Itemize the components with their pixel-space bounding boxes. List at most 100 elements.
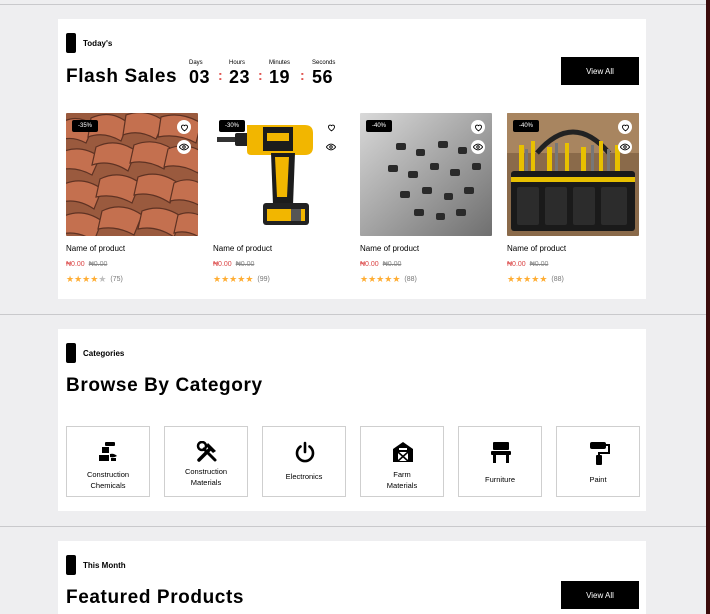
countdown-separator: : <box>218 67 223 83</box>
countdown-minutes: Minutes 19 <box>269 60 291 87</box>
section-label: This Month <box>83 561 126 570</box>
section-label: Today's <box>83 39 113 48</box>
star-filled-icon: ★ <box>523 274 532 284</box>
star-filled-icon: ★ <box>221 274 230 284</box>
star-filled-icon: ★ <box>515 274 524 284</box>
product-price: ₦0.00 ₦0.00 <box>66 261 107 268</box>
chair-icon <box>491 442 511 463</box>
product-card[interactable]: -35% Name of product ₦0.00 ₦0.00 ★ ★ ★ ★ ★ (75… <box>66 113 198 284</box>
star-filled-icon: ★ <box>368 274 377 284</box>
product-name[interactable]: Name of product <box>507 244 566 253</box>
divider <box>0 314 706 315</box>
eye-icon[interactable] <box>177 140 191 154</box>
section-title: Featured Products <box>66 587 245 608</box>
star-filled-icon: ★ <box>392 274 401 284</box>
category-farm-materials[interactable]: Farm Materials <box>360 426 444 497</box>
eye-icon[interactable] <box>324 140 338 154</box>
star-filled-icon: ★ <box>360 274 369 284</box>
divider <box>0 4 706 5</box>
discount-badge: -35% <box>72 120 99 132</box>
rating: ★ ★ ★ ★ ★ (88) <box>507 275 564 284</box>
review-count: (99) <box>257 276 270 283</box>
star-filled-icon: ★ <box>539 274 548 284</box>
category-paint[interactable]: Paint <box>556 426 640 497</box>
category-construction-chemicals[interactable]: Construction Chemicals <box>66 426 150 497</box>
current-price: ₦0.00 <box>507 261 526 268</box>
category-furniture[interactable]: Furniture <box>458 426 542 497</box>
category-label: Chemicals <box>90 481 126 490</box>
product-name[interactable]: Name of product <box>213 244 272 253</box>
tools-icon <box>196 441 217 462</box>
eye-icon[interactable] <box>618 140 632 154</box>
star-filled-icon: ★ <box>74 274 83 284</box>
current-price: ₦0.00 <box>360 261 379 268</box>
star-filled-icon: ★ <box>507 274 516 284</box>
discount-badge: -40% <box>366 120 393 132</box>
product-card[interactable]: -40% Name of product ₦0.00 ₦0.00 ★ ★ ★ ★ ★ (88… <box>360 113 492 284</box>
countdown-days: Days 03 <box>189 60 211 87</box>
star-filled-icon: ★ <box>531 274 540 284</box>
category-label: Electronics <box>285 472 323 481</box>
rating: ★ ★ ★ ★ ★ (88) <box>360 275 417 284</box>
star-filled-icon: ★ <box>213 274 222 284</box>
product-price: ₦0.00 ₦0.00 <box>360 261 401 268</box>
star-filled-icon: ★ <box>245 274 254 284</box>
category-construction-materials[interactable]: Construction Materials <box>164 426 248 497</box>
section-title: Browse By Category <box>66 375 263 396</box>
barn-icon <box>393 442 413 462</box>
paint-roller-icon <box>590 442 610 465</box>
heart-icon[interactable] <box>177 120 191 134</box>
old-price: ₦0.00 <box>235 261 255 268</box>
view-all-button[interactable]: View All <box>561 57 639 85</box>
heart-icon[interactable] <box>471 120 485 134</box>
section-marker <box>66 555 76 575</box>
category-electronics[interactable]: Electronics <box>262 426 346 497</box>
countdown-separator: : <box>258 67 263 83</box>
flash-sales-section: Today's Flash Sales Days 03 : Hours 23 :… <box>58 19 646 299</box>
old-price: ₦0.00 <box>88 261 108 268</box>
featured-products-section: This Month Featured Products View All <box>58 541 646 614</box>
category-label: Furniture <box>484 475 515 484</box>
star-filled-icon: ★ <box>384 274 393 284</box>
power-icon <box>295 441 315 463</box>
page-edge-strip <box>706 0 710 614</box>
current-price: ₦0.00 <box>213 261 232 268</box>
eye-icon[interactable] <box>471 140 485 154</box>
rating: ★ ★ ★ ★ ★ (75) <box>66 275 123 284</box>
product-name[interactable]: Name of product <box>66 244 125 253</box>
star-filled-icon: ★ <box>237 274 246 284</box>
category-label: Construction <box>86 470 130 479</box>
star-filled-icon: ★ <box>229 274 238 284</box>
product-name[interactable]: Name of product <box>360 244 419 253</box>
product-image[interactable]: -35% <box>66 113 198 236</box>
category-label: Farm <box>393 470 411 479</box>
current-price: ₦0.00 <box>66 261 85 268</box>
discount-badge: -40% <box>513 120 540 132</box>
product-image[interactable]: -40% <box>507 113 639 236</box>
heart-icon[interactable] <box>618 120 632 134</box>
categories-section: Categories Browse By Category Constructi… <box>58 329 646 511</box>
category-label: Construction <box>184 467 228 476</box>
heart-icon[interactable] <box>324 120 338 134</box>
category-label: Paint <box>589 475 607 484</box>
section-label: Categories <box>83 349 125 358</box>
section-marker <box>66 33 76 53</box>
product-image[interactable]: -30% <box>213 113 345 236</box>
view-all-button[interactable]: View All <box>561 581 639 609</box>
product-image[interactable]: -40% <box>360 113 492 236</box>
review-count: (88) <box>551 276 564 283</box>
product-price: ₦0.00 ₦0.00 <box>213 261 254 268</box>
section-title: Flash Sales <box>66 66 178 87</box>
old-price: ₦0.00 <box>382 261 402 268</box>
star-filled-icon: ★ <box>82 274 91 284</box>
product-price: ₦0.00 ₦0.00 <box>507 261 548 268</box>
old-price: ₦0.00 <box>529 261 549 268</box>
product-card[interactable]: -30% Name of product ₦0.00 ₦0.00 ★ ★ ★ ★ ★ (99… <box>213 113 345 284</box>
star-filled-icon: ★ <box>90 274 99 284</box>
countdown-separator: : <box>300 67 305 83</box>
star-filled-icon: ★ <box>66 274 75 284</box>
discount-badge: -30% <box>219 120 246 132</box>
product-card[interactable]: -40% Name of product ₦0.00 ₦0.00 ★ ★ ★ ★ ★ (88… <box>507 113 639 284</box>
countdown-seconds: Seconds 56 <box>312 60 336 87</box>
review-count: (75) <box>110 276 123 283</box>
